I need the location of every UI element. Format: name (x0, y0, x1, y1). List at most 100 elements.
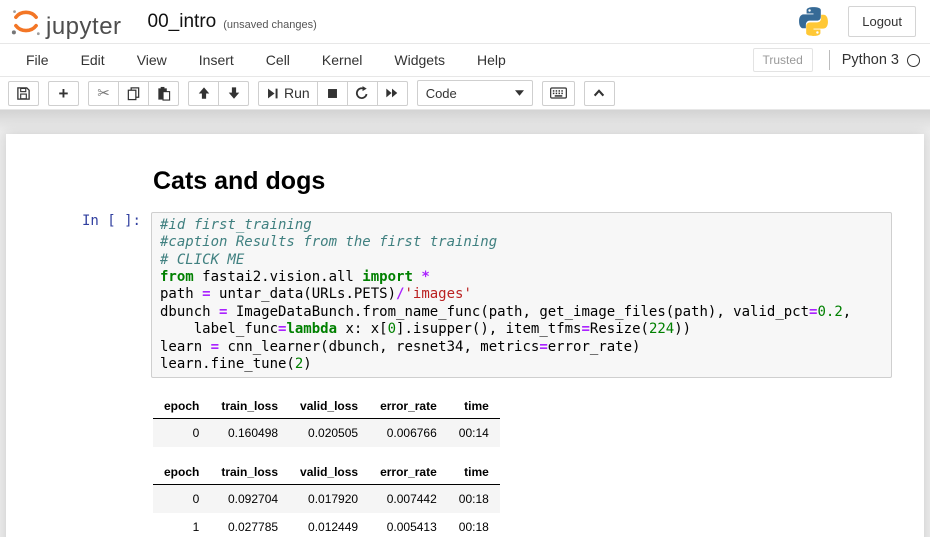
table-header-cell: time (448, 394, 500, 419)
markdown-cell[interactable]: Cats and dogs (6, 148, 924, 207)
run-button[interactable]: Run (258, 81, 318, 106)
code-line: learn = cnn_learner(dbunch, resnet34, me… (160, 339, 883, 356)
command-palette-icon (550, 87, 567, 99)
table-cell: 0.017920 (289, 485, 369, 514)
fast-forward-button[interactable] (377, 81, 408, 106)
menu-item-cell[interactable]: Cell (250, 45, 306, 75)
page-title: Cats and dogs (153, 167, 325, 196)
cell-type-value: Code (426, 86, 457, 101)
menubar: FileEditViewInsertCellKernelWidgetsHelp … (0, 44, 930, 77)
menu-item-widgets[interactable]: Widgets (378, 45, 461, 75)
logout-button[interactable]: Logout (848, 6, 916, 37)
table-header-cell: time (448, 460, 500, 485)
jupyter-logo[interactable]: jupyter (8, 5, 122, 39)
run-label: Run (284, 85, 310, 101)
cell-type-dropdown[interactable]: Code (417, 80, 533, 106)
menu-item-view[interactable]: View (121, 45, 183, 75)
kernel-status-icon (907, 54, 920, 67)
table-row: 00.1604980.0205050.00676600:14 (153, 419, 500, 448)
copy-button[interactable] (118, 81, 149, 106)
output-table: epochtrain_lossvalid_losserror_ratetime0… (153, 460, 500, 537)
chevron-up-icon (592, 87, 606, 99)
paste-button[interactable] (148, 81, 179, 106)
menu-item-edit[interactable]: Edit (65, 45, 121, 75)
table-header-cell: error_rate (369, 460, 448, 485)
table-cell: 0.007442 (369, 485, 448, 514)
code-line: from fastai2.vision.all import * (160, 269, 883, 286)
notebook-site: Cats and dogs In [ ]: #id first_training… (0, 110, 930, 537)
table-cell: 0.027785 (210, 513, 289, 537)
table-header-cell: valid_loss (289, 394, 369, 419)
menu-item-kernel[interactable]: Kernel (306, 45, 378, 75)
add-cell-button[interactable]: + (48, 81, 79, 106)
save-icon (16, 86, 31, 101)
table-header-cell: train_loss (210, 394, 289, 419)
copy-icon (126, 86, 141, 101)
menu-item-file[interactable]: File (10, 45, 65, 75)
stop-icon (326, 87, 339, 100)
code-line: learn.fine_tune(2) (160, 356, 883, 373)
table-cell: 1 (153, 513, 210, 537)
table-header-cell: error_rate (369, 394, 448, 419)
menu-item-help[interactable]: Help (461, 45, 522, 75)
table-cell: 0.092704 (210, 485, 289, 514)
code-line: path = untar_data(URLs.PETS)/'images' (160, 286, 883, 303)
table-cell: 00:18 (448, 513, 500, 537)
cut-button[interactable]: ✂ (88, 81, 119, 106)
save-button[interactable] (8, 81, 39, 106)
kernel-name: Python 3 (842, 52, 899, 68)
code-input-area[interactable]: #id first_training#caption Results from … (151, 212, 892, 378)
table-cell: 0.005413 (369, 513, 448, 537)
toggle-header-button[interactable] (584, 81, 615, 106)
code-cell-prompt: In [ ]: (18, 212, 151, 378)
kernel-separator (829, 50, 830, 70)
app-header: jupyter 00_intro (unsaved changes) Logou… (0, 0, 930, 44)
code-line: #caption Results from the first training (160, 234, 883, 251)
code-line: # CLICK ME (160, 252, 883, 269)
menu-item-insert[interactable]: Insert (183, 45, 250, 75)
move-down-button[interactable] (218, 81, 249, 106)
cut-icon: ✂ (97, 86, 110, 101)
move-up-icon (197, 86, 211, 100)
toolbar: + ✂ (0, 77, 930, 110)
markdown-cell-prompt (18, 153, 151, 202)
table-cell: 00:18 (448, 485, 500, 514)
stop-button[interactable] (317, 81, 348, 106)
output-area: epochtrain_lossvalid_losserror_ratetime0… (139, 383, 924, 537)
command-palette-button[interactable] (542, 81, 575, 106)
trusted-badge[interactable]: Trusted (753, 48, 813, 72)
table-header-cell: valid_loss (289, 460, 369, 485)
plus-icon: + (59, 85, 69, 102)
table-cell: 0.160498 (210, 419, 289, 448)
table-cell: 0 (153, 485, 210, 514)
table-row: 00.0927040.0179200.00744200:18 (153, 485, 500, 514)
table-cell: 00:14 (448, 419, 500, 448)
code-line: label_func=lambda x: x[0].isupper(), ite… (160, 321, 883, 338)
code-line: dbunch = ImageDataBunch.from_name_func(p… (160, 304, 883, 321)
paste-icon (156, 86, 171, 101)
jupyter-logo-icon (8, 5, 44, 39)
checkpoint-status: (unsaved changes) (223, 13, 317, 31)
move-down-icon (227, 86, 241, 100)
table-header-cell: epoch (153, 460, 210, 485)
menu-items: FileEditViewInsertCellKernelWidgetsHelp (10, 45, 522, 75)
caret-down-icon (515, 90, 524, 96)
restart-kernel-icon (355, 86, 369, 100)
code-area: #id first_training#caption Results from … (160, 217, 883, 373)
table-header-cell: train_loss (210, 460, 289, 485)
table-cell: 0.020505 (289, 419, 369, 448)
code-line: #id first_training (160, 217, 883, 234)
table-cell: 0 (153, 419, 210, 448)
table-cell: 0.012449 (289, 513, 369, 537)
run-icon (266, 87, 279, 100)
output-table: epochtrain_lossvalid_losserror_ratetime0… (153, 394, 500, 447)
notebook-container: Cats and dogs In [ ]: #id first_training… (6, 134, 924, 537)
restart-kernel-button[interactable] (347, 81, 378, 106)
python-logo-icon (797, 5, 830, 38)
table-header-cell: epoch (153, 394, 210, 419)
code-cell[interactable]: In [ ]: #id first_training#caption Resul… (6, 207, 924, 383)
notebook-title[interactable]: 00_intro (148, 11, 217, 33)
logo-text: jupyter (46, 15, 122, 39)
move-up-button[interactable] (188, 81, 219, 106)
table-row: 10.0277850.0124490.00541300:18 (153, 513, 500, 537)
